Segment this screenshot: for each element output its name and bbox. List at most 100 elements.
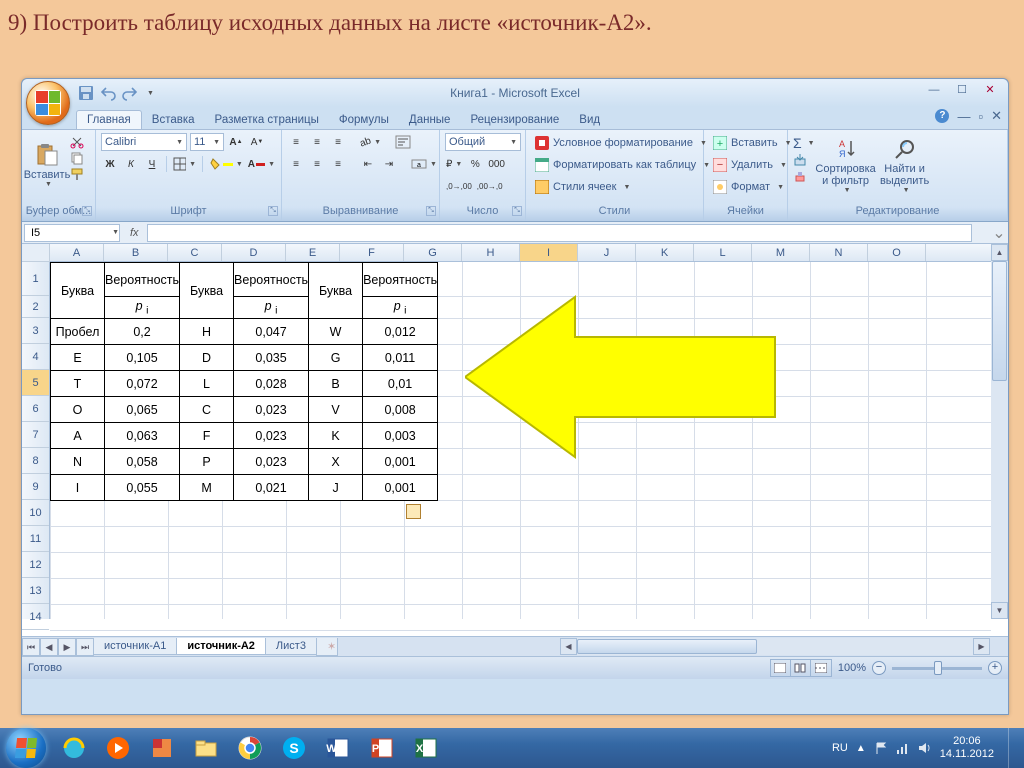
- column-header-J[interactable]: J: [578, 244, 636, 261]
- taskbar-media-player[interactable]: [97, 732, 139, 764]
- sheet-tab-3[interactable]: Лист3: [265, 638, 317, 655]
- zoom-in-button[interactable]: +: [988, 661, 1002, 675]
- wrap-text-button[interactable]: [394, 133, 412, 151]
- tab-page-layout[interactable]: Разметка страницы: [205, 111, 329, 129]
- increase-decimal-button[interactable]: ,0→,00: [445, 177, 473, 195]
- autosum-button[interactable]: Σ: [793, 135, 802, 151]
- taskbar-explorer[interactable]: [185, 732, 227, 764]
- tab-home[interactable]: Главная: [76, 110, 142, 129]
- sheet-tab-1[interactable]: источник-А1: [93, 638, 177, 655]
- comma-button[interactable]: 000: [487, 155, 506, 173]
- cell-styles-button[interactable]: Стили ячеек▼: [531, 177, 714, 197]
- column-header-O[interactable]: O: [868, 244, 926, 261]
- help-icon[interactable]: ?: [935, 109, 949, 123]
- row-header-8[interactable]: 8: [22, 448, 49, 474]
- align-bottom-button[interactable]: ≡: [329, 133, 347, 151]
- decrease-indent-button[interactable]: ⇤: [359, 155, 377, 173]
- insert-sheet-button[interactable]: ✶: [316, 638, 338, 656]
- column-header-G[interactable]: G: [404, 244, 462, 261]
- vertical-scrollbar[interactable]: ▲ ▼: [991, 244, 1008, 619]
- row-header-2[interactable]: 2: [22, 296, 49, 318]
- clipboard-launcher[interactable]: ⤡: [82, 206, 92, 216]
- row-header-3[interactable]: 3: [22, 318, 49, 344]
- column-header-A[interactable]: A: [50, 244, 104, 261]
- delete-cells-button[interactable]: −Удалить▼: [709, 155, 796, 175]
- fill-button[interactable]: [793, 153, 807, 167]
- column-header-C[interactable]: C: [168, 244, 222, 261]
- sheet-nav-first[interactable]: ⏮: [22, 638, 40, 656]
- arrow-shape[interactable]: [465, 282, 785, 482]
- page-layout-view-button[interactable]: [791, 660, 811, 676]
- row-header-7[interactable]: 7: [22, 422, 49, 448]
- font-size-combo[interactable]: 11▼: [190, 133, 224, 151]
- taskbar-word[interactable]: W: [317, 732, 359, 764]
- align-top-button[interactable]: ≡: [287, 133, 305, 151]
- grow-font-button[interactable]: A▲: [227, 133, 245, 151]
- font-launcher[interactable]: ⤡: [268, 206, 278, 216]
- alignment-launcher[interactable]: ⤡: [426, 206, 436, 216]
- column-header-E[interactable]: E: [286, 244, 340, 261]
- office-button[interactable]: [26, 81, 70, 125]
- taskbar-ie[interactable]: [53, 732, 95, 764]
- row-header-1[interactable]: 1: [22, 262, 49, 296]
- page-break-view-button[interactable]: [811, 660, 831, 676]
- row-header-11[interactable]: 11: [22, 526, 49, 552]
- taskbar-excel[interactable]: X: [405, 732, 447, 764]
- font-name-combo[interactable]: Calibri▼: [101, 133, 187, 151]
- align-left-button[interactable]: ≡: [287, 155, 305, 173]
- undo-icon[interactable]: [100, 85, 116, 101]
- row-header-13[interactable]: 13: [22, 578, 49, 604]
- select-all-corner[interactable]: [22, 244, 50, 262]
- close-button[interactable]: ✕: [978, 81, 1002, 99]
- conditional-formatting-button[interactable]: Условное форматирование▼: [531, 133, 714, 153]
- shrink-font-button[interactable]: A▼: [248, 133, 266, 151]
- column-header-B[interactable]: B: [104, 244, 168, 261]
- insert-cells-button[interactable]: +Вставить▼: [709, 133, 796, 153]
- row-header-12[interactable]: 12: [22, 552, 49, 578]
- borders-button[interactable]: ▼: [172, 155, 197, 173]
- tab-view[interactable]: Вид: [569, 111, 610, 129]
- italic-button[interactable]: К: [122, 155, 140, 173]
- taskbar-powerpoint[interactable]: P: [361, 732, 403, 764]
- column-headers[interactable]: ABCDEFGHIJKLMNO: [50, 244, 991, 262]
- flag-icon[interactable]: [874, 741, 888, 755]
- formula-bar-expand[interactable]: ⌄: [990, 223, 1008, 243]
- doc-close-button[interactable]: ✕: [991, 108, 1002, 124]
- vscroll-thumb[interactable]: [992, 261, 1007, 381]
- sheet-horizontal-scrollbar[interactable]: ◀ ▶: [560, 638, 990, 655]
- tab-formulas[interactable]: Формулы: [329, 111, 399, 129]
- worksheet-grid[interactable]: ABCDEFGHIJKLMNO 1234567891011121314 Букв…: [22, 244, 1008, 637]
- sort-filter-button[interactable]: АЯ Сортировка и фильтр▼: [818, 133, 874, 199]
- redo-icon[interactable]: [122, 85, 138, 101]
- column-header-I[interactable]: I: [520, 244, 578, 261]
- taskbar-skype[interactable]: S: [273, 732, 315, 764]
- column-header-H[interactable]: H: [462, 244, 520, 261]
- language-indicator[interactable]: RU: [832, 742, 848, 754]
- align-middle-button[interactable]: ≡: [308, 133, 326, 151]
- fill-color-button[interactable]: ▼: [208, 155, 244, 173]
- column-header-K[interactable]: K: [636, 244, 694, 261]
- tray-show-hidden[interactable]: ▲: [856, 743, 866, 754]
- scroll-up-button[interactable]: ▲: [991, 244, 1008, 261]
- format-as-table-button[interactable]: Форматировать как таблицу▼: [531, 155, 714, 175]
- column-header-M[interactable]: M: [752, 244, 810, 261]
- align-right-button[interactable]: ≡: [329, 155, 347, 173]
- format-cells-button[interactable]: Формат▼: [709, 177, 796, 197]
- percent-button[interactable]: %: [466, 155, 484, 173]
- paste-button[interactable]: Вставить ▼: [27, 133, 67, 199]
- find-select-button[interactable]: Найти и выделить▼: [877, 133, 933, 199]
- sheet-tab-2[interactable]: источник-А2: [176, 638, 266, 655]
- normal-view-button[interactable]: [771, 660, 791, 676]
- doc-restore-button[interactable]: ▫: [978, 109, 983, 124]
- column-header-D[interactable]: D: [222, 244, 286, 261]
- align-center-button[interactable]: ≡: [308, 155, 326, 173]
- sheet-nav-next[interactable]: ▶: [58, 638, 76, 656]
- doc-minimize-button[interactable]: —: [957, 109, 970, 124]
- row-headers[interactable]: 1234567891011121314: [22, 262, 50, 619]
- zoom-level[interactable]: 100%: [838, 662, 866, 674]
- taskbar-app-1[interactable]: [141, 732, 183, 764]
- column-header-N[interactable]: N: [810, 244, 868, 261]
- increase-indent-button[interactable]: ⇥: [380, 155, 398, 173]
- number-format-combo[interactable]: Общий▼: [445, 133, 521, 151]
- zoom-out-button[interactable]: −: [872, 661, 886, 675]
